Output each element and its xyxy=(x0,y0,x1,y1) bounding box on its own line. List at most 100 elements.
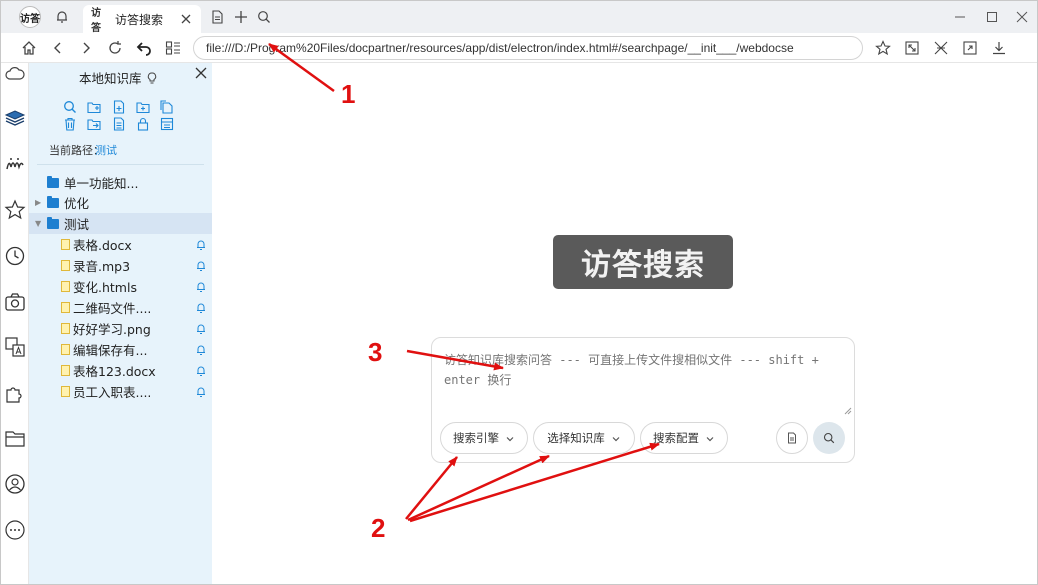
bell-icon[interactable] xyxy=(195,302,207,314)
back-icon[interactable] xyxy=(46,36,70,60)
folder-icon xyxy=(47,175,59,188)
search-icon xyxy=(823,432,835,444)
bell-icon[interactable] xyxy=(195,365,207,377)
lightbulb-icon[interactable] xyxy=(146,72,158,87)
file-icon xyxy=(61,239,70,250)
caret-right-icon[interactable]: ▶ xyxy=(35,198,43,207)
file-icon xyxy=(61,365,70,376)
bell-icon[interactable] xyxy=(195,281,207,293)
bell-icon[interactable] xyxy=(195,386,207,398)
home-icon[interactable] xyxy=(17,36,41,60)
annotation-arrow-2b xyxy=(407,454,550,522)
delete-icon[interactable] xyxy=(63,117,77,131)
tree-file[interactable]: 编辑保存有... xyxy=(29,339,212,360)
bell-icon[interactable] xyxy=(51,6,73,28)
new-folder-icon[interactable] xyxy=(87,100,101,114)
tree-label: 测试 xyxy=(64,217,90,232)
tree-file[interactable]: 员工入职表.... xyxy=(29,381,212,402)
bell-icon[interactable] xyxy=(195,323,207,335)
file-icon xyxy=(61,344,70,355)
search-submit-button[interactable] xyxy=(813,422,845,454)
maximize-button[interactable] xyxy=(977,5,1007,29)
bell-icon[interactable] xyxy=(195,239,207,251)
tree-folder[interactable]: ▶ 优化 xyxy=(29,192,212,213)
file-text-icon[interactable] xyxy=(112,117,126,131)
star-icon[interactable] xyxy=(871,36,895,60)
chevron-down-icon xyxy=(505,433,515,443)
bell-icon[interactable] xyxy=(195,344,207,356)
tree-label: 表格.docx xyxy=(73,238,132,253)
forward-icon[interactable] xyxy=(74,36,98,60)
refresh-icon[interactable] xyxy=(103,36,127,60)
knowledge-base-panel: 本地知识库 当前路径： 测试 单一功能知... ▶ 优化 ▼ 测试 表格.doc… xyxy=(29,63,212,584)
undo-icon[interactable] xyxy=(132,36,156,60)
app-window: 访答 访答 访答搜索 file:///D:/Program%20Files/do… xyxy=(0,0,1038,585)
tree-label: 好好学习.png xyxy=(73,322,151,337)
tab-bar: 访答 访答 访答搜索 xyxy=(1,1,1037,34)
new-file-icon[interactable] xyxy=(112,100,126,114)
file-icon xyxy=(61,281,70,292)
search-config-dropdown[interactable]: 搜索配置 xyxy=(640,422,728,454)
user-icon[interactable] xyxy=(4,473,26,495)
document-icon[interactable] xyxy=(206,6,228,28)
settings-panel-icon[interactable] xyxy=(160,117,174,131)
knowledge-base-dropdown[interactable]: 选择知识库 xyxy=(533,422,635,454)
plugin-icon[interactable] xyxy=(4,382,26,404)
tree-label: 优化 xyxy=(64,196,90,211)
favorites-icon[interactable] xyxy=(4,199,26,221)
tree-file[interactable]: 好好学习.png xyxy=(29,318,212,339)
tree-label: 单一功能知... xyxy=(64,176,139,191)
app-logo[interactable]: 访答 xyxy=(19,6,41,28)
fullscreen-icon[interactable] xyxy=(900,36,924,60)
minimize-button[interactable] xyxy=(945,5,975,29)
window-icon[interactable] xyxy=(958,36,982,60)
resize-handle-icon[interactable] xyxy=(844,404,852,415)
folder-browser-icon[interactable] xyxy=(4,427,26,449)
panel-title-text: 本地知识库 xyxy=(79,71,142,86)
file-icon xyxy=(61,386,70,397)
search-icon[interactable] xyxy=(63,100,77,114)
translate-icon[interactable] xyxy=(4,336,26,358)
cloud-icon[interactable] xyxy=(4,63,26,85)
bell-icon[interactable] xyxy=(195,260,207,272)
folder-move-icon[interactable] xyxy=(87,117,101,131)
search-icon[interactable] xyxy=(253,6,275,28)
tree-file[interactable]: 表格.docx xyxy=(29,234,212,255)
list-view-icon[interactable] xyxy=(161,36,185,60)
writing-icon[interactable] xyxy=(4,153,26,175)
new-tab-icon[interactable] xyxy=(230,6,252,28)
tree-file[interactable]: 录音.mp3 xyxy=(29,255,212,276)
tree-file[interactable]: 二维码文件.... xyxy=(29,297,212,318)
camera-icon[interactable] xyxy=(4,291,26,313)
screenshot-icon[interactable] xyxy=(929,36,953,60)
close-icon[interactable] xyxy=(179,12,193,26)
search-engine-dropdown[interactable]: 搜索引擎 xyxy=(440,422,528,454)
tree-file[interactable]: 变化.htmls xyxy=(29,276,212,297)
caret-down-icon[interactable]: ▼ xyxy=(35,219,43,228)
search-input[interactable] xyxy=(444,350,842,412)
clock-icon[interactable] xyxy=(4,245,26,267)
panel-close-icon[interactable] xyxy=(193,65,209,81)
tree-label: 员工入职表.... xyxy=(73,385,152,400)
current-path-value[interactable]: 测试 xyxy=(95,142,117,158)
file-icon xyxy=(61,323,70,334)
tree-file[interactable]: 表格123.docx xyxy=(29,360,212,381)
add-folder-icon[interactable] xyxy=(136,100,150,114)
tab-search[interactable]: 访答 访答搜索 xyxy=(83,5,201,34)
download-icon[interactable] xyxy=(987,36,1011,60)
knowledge-base-icon[interactable] xyxy=(4,107,26,129)
annotation-label-1: 1 xyxy=(341,79,356,109)
dropdown-label: 搜索配置 xyxy=(653,431,699,445)
close-window-button[interactable] xyxy=(1007,5,1037,29)
more-icon[interactable] xyxy=(4,519,26,541)
tree-folder-selected[interactable]: ▼ 测试 xyxy=(29,213,212,234)
address-bar-input[interactable]: file:///D:/Program%20Files/docpartner/re… xyxy=(193,36,863,60)
lock-icon[interactable] xyxy=(136,117,150,131)
tree-label: 表格123.docx xyxy=(73,364,156,379)
import-icon[interactable] xyxy=(160,100,174,114)
tree-label: 变化.htmls xyxy=(73,280,137,295)
product-logo: 访答搜索 xyxy=(553,235,733,289)
upload-file-button[interactable] xyxy=(776,422,808,454)
annotation-label-3: 3 xyxy=(368,337,383,367)
tree-folder[interactable]: 单一功能知... xyxy=(29,172,212,193)
